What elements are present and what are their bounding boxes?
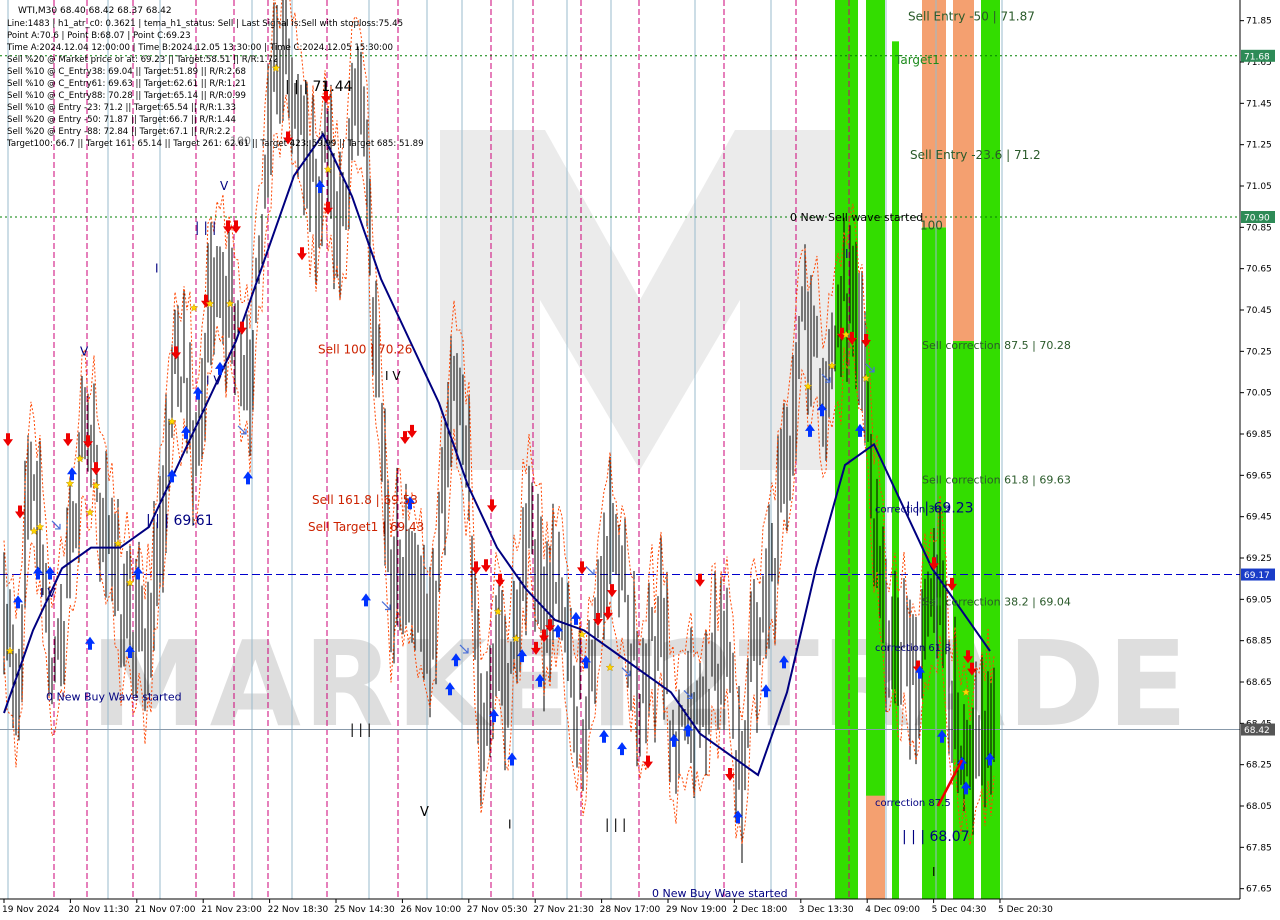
x-tick-label: 27 Nov 21:30 <box>533 905 594 915</box>
info-line: Sell %20 @ Entry -50: 71.87 || Target:66… <box>7 115 236 125</box>
info-line: Target100: 66.7 || Target 161: 65.14 || … <box>6 139 424 149</box>
chart-annotation: I <box>845 247 849 261</box>
y-tick-label: 70.85 <box>1246 223 1272 233</box>
chart-annotation: Sell correction 38.2 | 69.04 <box>922 595 1071 608</box>
y-tick-label: 69.85 <box>1246 430 1272 440</box>
chart-annotation: 0 New Sell wave started <box>790 211 923 224</box>
y-tick-label: 69.45 <box>1246 513 1272 523</box>
chart-root: MARKET2TRADE Sell Entry -50 | 71.87 Targe… <box>0 0 1280 920</box>
x-tick-label: 26 Nov 10:00 <box>400 905 461 915</box>
chart-annotation: 0 New Buy Wave started <box>652 887 788 900</box>
y-tick-label: 67.65 <box>1246 885 1272 895</box>
chart-annotation: correction 61.8 <box>875 643 951 654</box>
info-line: Sell %10 @ C_Entry88: 70.28 || Target:65… <box>7 91 246 101</box>
y-tick-label: 71.45 <box>1246 99 1272 109</box>
info-line: Sell %20 @ Entry -88: 72.84 || Target:67… <box>7 127 231 137</box>
x-tick-label: 21 Nov 07:00 <box>135 905 196 915</box>
y-tick-label: 68.65 <box>1246 678 1272 688</box>
y-tick-label: 70.65 <box>1246 265 1272 275</box>
orange-band <box>866 795 885 899</box>
y-tick-label: 69.05 <box>1246 595 1272 605</box>
chart-annotation: | | | 69.61 <box>146 513 214 529</box>
y-tick-label: 67.85 <box>1246 843 1272 853</box>
chart-annotation: Sell 100 | 70.26 <box>318 342 412 356</box>
chart-annotation: correction 38.2 <box>875 504 951 515</box>
chart-annotation: 0 New Buy Wave started <box>46 690 182 703</box>
chart-annotation: I <box>155 262 159 276</box>
y-tick-label: 68.25 <box>1246 761 1272 771</box>
orange-band <box>953 0 974 341</box>
y-tick-label: 69.65 <box>1246 471 1272 481</box>
chart-annotation: I V <box>40 586 56 600</box>
price-tag-label: 68.42 <box>1244 726 1270 736</box>
chart-annotation: V <box>220 179 229 193</box>
x-tick-label: 25 Nov 14:30 <box>334 905 395 915</box>
price-tag-label: 71.68 <box>1244 52 1270 62</box>
symbol-line: WTI,M30 68.40 68.42 68.37 68.42 <box>18 6 172 16</box>
price-tag-label: 69.17 <box>1244 571 1270 581</box>
y-tick-label: 70.45 <box>1246 306 1272 316</box>
chart-annotation: | | | <box>350 723 371 738</box>
y-tick-label: 71.25 <box>1246 141 1272 151</box>
chart-annotation: V <box>420 805 429 820</box>
x-tick-label: 5 Dec 04:30 <box>932 905 987 915</box>
y-tick-label: 71.05 <box>1246 182 1272 192</box>
chart-annotation: I <box>932 865 936 879</box>
chart-annotation: Sell Entry -23.6 | 71.2 <box>910 148 1041 162</box>
info-line: Point A:70.6 | Point B:68.07 | Point C:6… <box>7 31 191 41</box>
y-tick-label: 71.85 <box>1246 17 1272 27</box>
chart-annotation: I <box>508 818 512 832</box>
chart-annotation: 100 <box>920 218 943 232</box>
x-tick-label: 22 Nov 18:30 <box>268 905 329 915</box>
chart-annotation: Sell correction 61.8 | 69.63 <box>922 473 1071 486</box>
green-band <box>892 41 899 900</box>
chart-annotation: | | | <box>605 818 626 833</box>
chart-annotation: | | | <box>195 220 216 235</box>
y-tick-label: 70.05 <box>1246 389 1272 399</box>
x-tick-label: 28 Nov 17:00 <box>600 905 661 915</box>
price-tag-label: 70.90 <box>1244 214 1270 224</box>
x-tick-label: 3 Dec 13:30 <box>799 905 854 915</box>
chart-annotation: Sell Target1 | 69.43 <box>308 520 424 534</box>
price-chart[interactable]: MARKET2TRADE Sell Entry -50 | 71.87Targe… <box>0 0 1280 920</box>
y-tick-label: 69.25 <box>1246 554 1272 564</box>
x-tick-label: 21 Nov 23:00 <box>201 905 262 915</box>
x-tick-label: 29 Nov 19:00 <box>666 905 727 915</box>
x-tick-label: 5 Dec 20:30 <box>998 905 1053 915</box>
y-tick-label: 68.05 <box>1246 802 1272 812</box>
info-line: Line:1483 | h1_atr_c0: 0.3621 | tema_h1_… <box>7 19 403 29</box>
chart-annotation: | | | 68.07 <box>902 829 970 845</box>
x-tick-label: 19 Nov 2024 <box>2 905 60 915</box>
chart-annotation: I V <box>385 369 401 383</box>
chart-annotation: Sell 161.8 | 69.53 <box>312 493 418 507</box>
info-line: Time A:2024.12.04 12:00:00 | Time B:2024… <box>6 43 393 53</box>
x-tick-label: 2 Dec 18:00 <box>732 905 787 915</box>
orange-band <box>922 0 946 228</box>
chart-annotation: Sell Entry -50 | 71.87 <box>908 10 1035 24</box>
chart-annotation: Target1 <box>894 53 940 67</box>
info-line: Sell %10 @ C_Entry61: 69.63 || Target:62… <box>7 79 246 89</box>
chart-annotation: V <box>80 344 89 358</box>
info-line: Sell %10 @ C_Entry38: 69.04 || Target:51… <box>7 67 246 77</box>
y-tick-label: 68.85 <box>1246 637 1272 647</box>
green-band <box>835 0 858 899</box>
x-tick-label: 4 Dec 09:00 <box>865 905 920 915</box>
x-tick-label: 27 Nov 05:30 <box>467 905 528 915</box>
chart-annotation: Sell correction 87.5 | 70.28 <box>922 339 1071 352</box>
x-tick-label: 20 Nov 11:30 <box>68 905 129 915</box>
chart-annotation: I V <box>206 373 222 387</box>
info-line: Sell %10 @ Entry -23: 71.2 || Target:65.… <box>7 103 236 113</box>
chart-annotation: | | | 71.44 <box>285 79 353 95</box>
info-line: Sell %20 @ Market price or at: 69.23 || … <box>7 55 278 65</box>
y-tick-label: 70.25 <box>1246 347 1272 357</box>
